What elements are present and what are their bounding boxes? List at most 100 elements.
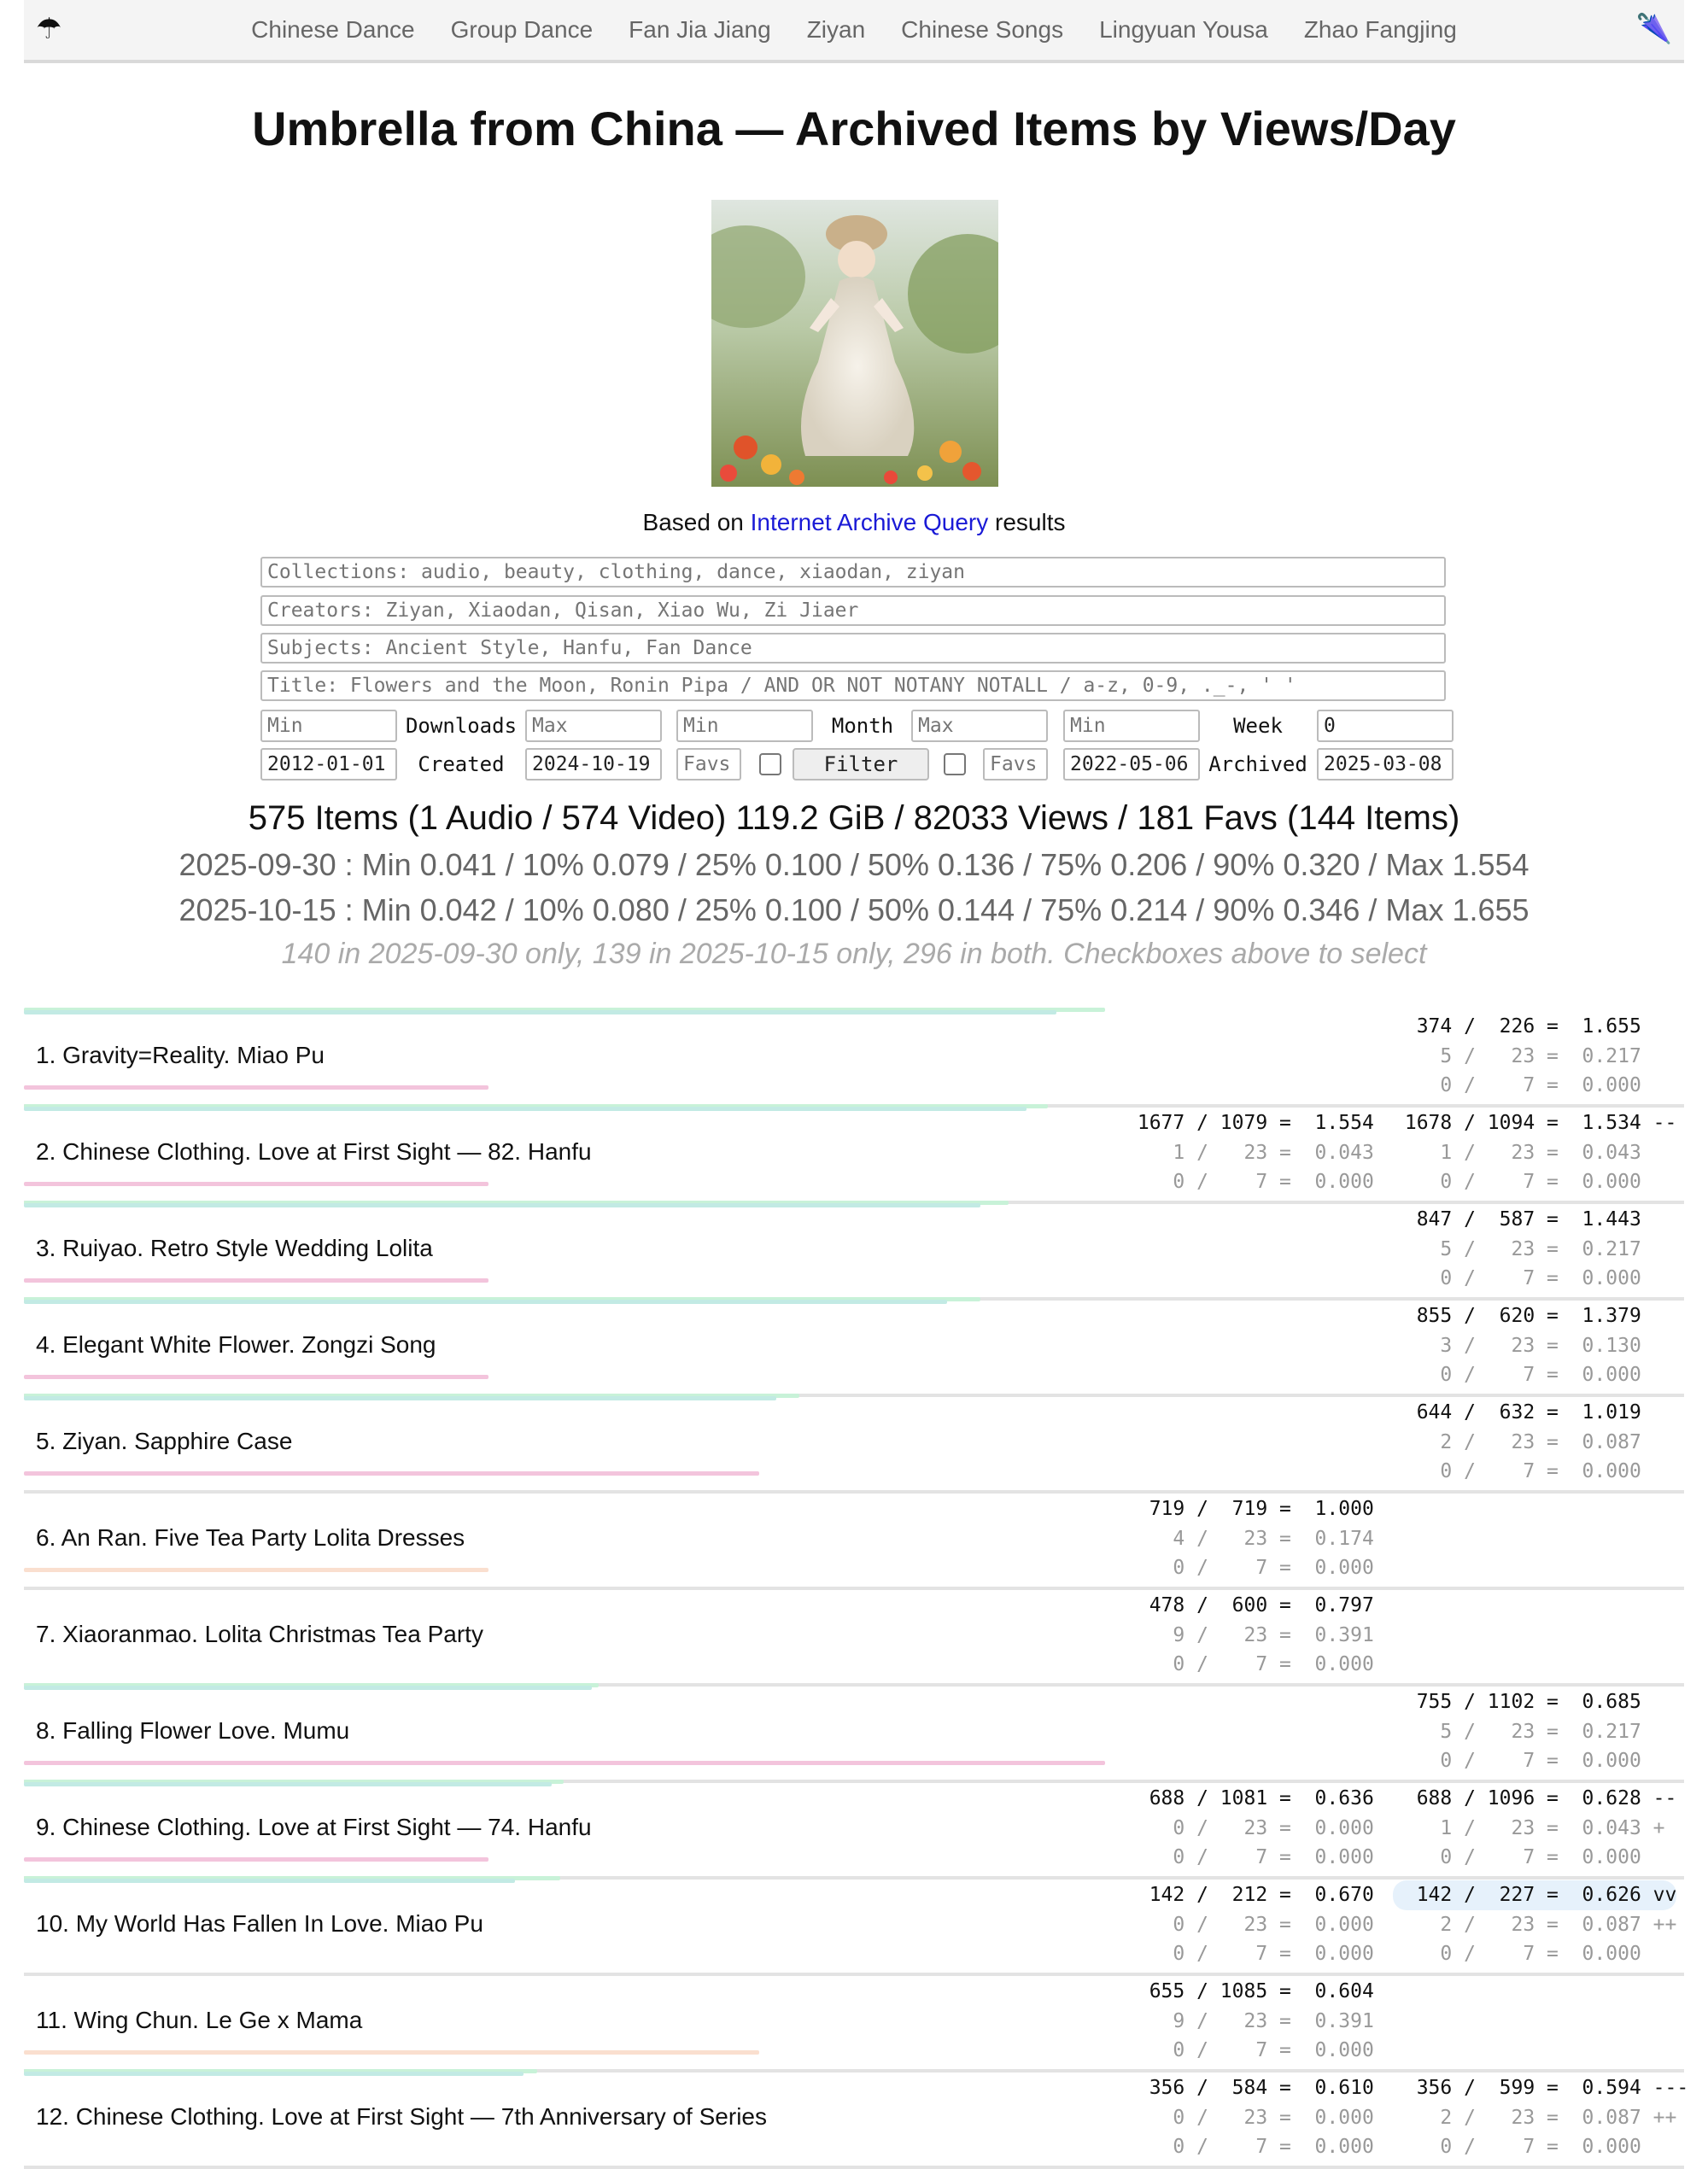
stats-period-a: 1677 / 1079 = 1.554 1 / 23 = 0.043 0 / 7…	[1126, 1108, 1374, 1197]
stats-period-b: 356 / 599 = 0.594 --- 2 / 23 = 0.087 ++ …	[1393, 2073, 1689, 2162]
item-title-link[interactable]: 8. Falling Flower Love. Mumu	[36, 1716, 349, 1746]
nav-link-fan-jia-jiang[interactable]: Fan Jia Jiang	[611, 16, 789, 44]
created-from-input[interactable]	[260, 748, 397, 780]
downloads-min-input[interactable]	[260, 710, 397, 742]
internet-archive-query-link[interactable]: Internet Archive Query	[751, 509, 989, 535]
nav-link-group-dance[interactable]: Group Dance	[433, 16, 611, 44]
hero-image	[711, 200, 998, 487]
nav-links: Chinese Dance Group Dance Fan Jia Jiang …	[24, 0, 1684, 60]
week-views-line: 0 / 7 = 0.000	[1126, 1653, 1374, 1675]
month-views-line: 1 / 23 = 0.043 +	[1393, 1816, 1665, 1839]
month-views-line: 5 / 23 = 0.217	[1393, 1237, 1641, 1260]
month-views-line: 4 / 23 = 0.174	[1126, 1527, 1374, 1550]
week-label: Week	[1233, 714, 1283, 738]
item-title-link[interactable]: 7. Xiaoranmao. Lolita Christmas Tea Part…	[36, 1619, 483, 1650]
age-bar	[24, 1085, 489, 1090]
list-item[interactable]: 10. My World Has Fallen In Love. Miao Pu…	[24, 1876, 1684, 1976]
stats-period-a: 478 / 600 = 0.797 9 / 23 = 0.391 0 / 7 =…	[1126, 1591, 1374, 1680]
month-views-line: 0 / 23 = 0.000	[1126, 1816, 1374, 1839]
item-title-link[interactable]: 9. Chinese Clothing. Love at First Sight…	[36, 1812, 592, 1843]
lolita-dress-photo	[711, 200, 998, 487]
list-item[interactable]: 5. Ziyan. Sapphire Case 644 / 632 = 1.01…	[24, 1394, 1684, 1494]
week-views-line: 0 / 7 = 0.000	[1393, 1943, 1641, 1965]
week-views-line: 0 / 7 = 0.000	[1393, 1846, 1641, 1868]
week-views-line: 0 / 7 = 0.000	[1126, 2136, 1374, 2158]
stats-period-a: 142 / 212 = 0.670 0 / 23 = 0.000 0 / 7 =…	[1126, 1880, 1374, 1969]
closed-umbrella-icon[interactable]: 🌂	[1636, 12, 1672, 46]
list-item[interactable]: 8. Falling Flower Love. Mumu 755 / 1102 …	[24, 1683, 1684, 1783]
item-title-link[interactable]: 4. Elegant White Flower. Zongzi Song	[36, 1330, 436, 1360]
archived-to-input[interactable]	[1317, 748, 1454, 780]
stats-period-a: 655 / 1085 = 0.604 9 / 23 = 0.391 0 / 7 …	[1126, 1977, 1374, 2066]
week-max-input[interactable]	[1317, 710, 1454, 742]
week-min-input[interactable]	[1063, 710, 1200, 742]
stats-period-b: 1678 / 1094 = 1.534 -- 1 / 23 = 0.043 0 …	[1393, 1108, 1677, 1197]
title-input[interactable]	[260, 670, 1446, 701]
list-item[interactable]: 2. Chinese Clothing. Love at First Sight…	[24, 1104, 1684, 1204]
week-views-line: 0 / 7 = 0.000	[1393, 1460, 1641, 1482]
views-per-day-bar	[24, 1782, 553, 1786]
month-label: Month	[831, 714, 894, 738]
period-a-checkbox[interactable]	[759, 753, 781, 775]
age-bar	[24, 1375, 489, 1379]
summary-stats: 575 Items (1 Audio / 574 Video) 119.2 Gi…	[248, 799, 1460, 837]
views-per-day-line: 755 / 1102 = 0.685	[1393, 1691, 1641, 1713]
month-max-input[interactable]	[911, 710, 1048, 742]
list-item[interactable]: 3. Ruiyao. Retro Style Wedding Lolita 84…	[24, 1201, 1684, 1301]
views-per-day-line: 847 / 587 = 1.443	[1393, 1208, 1641, 1231]
item-title-link[interactable]: 5. Ziyan. Sapphire Case	[36, 1426, 292, 1457]
views-per-day-line: 142 / 227 = 0.626 vv	[1393, 1880, 1677, 1910]
views-per-day-line: 644 / 632 = 1.019	[1393, 1401, 1641, 1424]
list-item[interactable]: 9. Chinese Clothing. Love at First Sight…	[24, 1780, 1684, 1880]
page-title: Umbrella from China — Archived Items by …	[252, 102, 1456, 155]
views-per-day-line: 356 / 584 = 0.610	[1126, 2077, 1374, 2099]
archived-from-input[interactable]	[1063, 748, 1200, 780]
favs-left-input[interactable]	[676, 748, 741, 780]
week-views-line: 0 / 7 = 0.000	[1126, 1943, 1374, 1965]
nav-link-chinese-dance[interactable]: Chinese Dance	[233, 16, 432, 44]
stats-period-a: 719 / 719 = 1.000 4 / 23 = 0.174 0 / 7 =…	[1126, 1494, 1374, 1583]
month-min-input[interactable]	[676, 710, 813, 742]
based-on-suffix: results	[988, 509, 1066, 535]
nav-link-chinese-songs[interactable]: Chinese Songs	[883, 16, 1081, 44]
month-views-line: 3 / 23 = 0.130	[1393, 1334, 1641, 1357]
age-bar	[24, 1857, 489, 1862]
creators-input[interactable]	[260, 595, 1446, 626]
item-title-link[interactable]: 3. Ruiyao. Retro Style Wedding Lolita	[36, 1233, 433, 1264]
views-per-day-line: 719 / 719 = 1.000	[1126, 1498, 1374, 1520]
age-bar	[24, 1182, 489, 1186]
item-title-link[interactable]: 12. Chinese Clothing. Love at First Sigh…	[36, 2102, 767, 2132]
downloads-max-input[interactable]	[525, 710, 662, 742]
item-title-link[interactable]: 6. An Ran. Five Tea Party Lolita Dresses	[36, 1523, 465, 1553]
item-title-link[interactable]: 1. Gravity=Reality. Miao Pu	[36, 1040, 325, 1071]
list-item[interactable]: 1. Gravity=Reality. Miao Pu 374 / 226 = …	[24, 1008, 1684, 1108]
list-item[interactable]: 7. Xiaoranmao. Lolita Christmas Tea Part…	[24, 1587, 1684, 1687]
nav-link-zhao-fangjing[interactable]: Zhao Fangjing	[1286, 16, 1475, 44]
age-bar	[24, 2050, 760, 2055]
list-item[interactable]: 4. Elegant White Flower. Zongzi Song 855…	[24, 1297, 1684, 1397]
item-title-link[interactable]: 2. Chinese Clothing. Love at First Sight…	[36, 1137, 592, 1167]
period-b-checkbox[interactable]	[944, 753, 966, 775]
views-per-day-bar	[24, 1396, 776, 1400]
age-bar	[24, 1761, 1105, 1765]
list-item[interactable]: 6. An Ran. Five Tea Party Lolita Dresses…	[24, 1490, 1684, 1590]
week-views-line: 0 / 7 = 0.000	[1393, 2136, 1641, 2158]
list-item[interactable]: 12. Chinese Clothing. Love at First Sigh…	[24, 2069, 1688, 2169]
list-item[interactable]: 11. Wing Chun. Le Ge x Mama 655 / 1085 =…	[24, 1973, 1684, 2073]
created-label: Created	[418, 752, 505, 776]
week-views-line: 0 / 7 = 0.000	[1126, 1846, 1374, 1868]
created-to-input[interactable]	[525, 748, 662, 780]
favs-right-input[interactable]	[983, 748, 1048, 780]
week-views-line: 0 / 7 = 0.000	[1126, 2039, 1374, 2061]
subjects-input[interactable]	[260, 633, 1446, 664]
nav-link-ziyan[interactable]: Ziyan	[789, 16, 883, 44]
nav-link-lingyuan-yousa[interactable]: Lingyuan Yousa	[1081, 16, 1286, 44]
item-title-link[interactable]: 10. My World Has Fallen In Love. Miao Pu	[36, 1909, 483, 1939]
filter-button[interactable]: Filter	[793, 748, 929, 780]
top-nav-bar: ☂ Chinese Dance Group Dance Fan Jia Jian…	[24, 0, 1684, 63]
week-views-line: 0 / 7 = 0.000	[1393, 1267, 1641, 1289]
views-per-day-line: 688 / 1096 = 0.628 --	[1393, 1787, 1677, 1809]
collections-input[interactable]	[260, 557, 1446, 588]
item-title-link[interactable]: 11. Wing Chun. Le Ge x Mama	[36, 2005, 362, 2036]
stats-period-b: 755 / 1102 = 0.685 5 / 23 = 0.217 0 / 7 …	[1393, 1687, 1641, 1776]
